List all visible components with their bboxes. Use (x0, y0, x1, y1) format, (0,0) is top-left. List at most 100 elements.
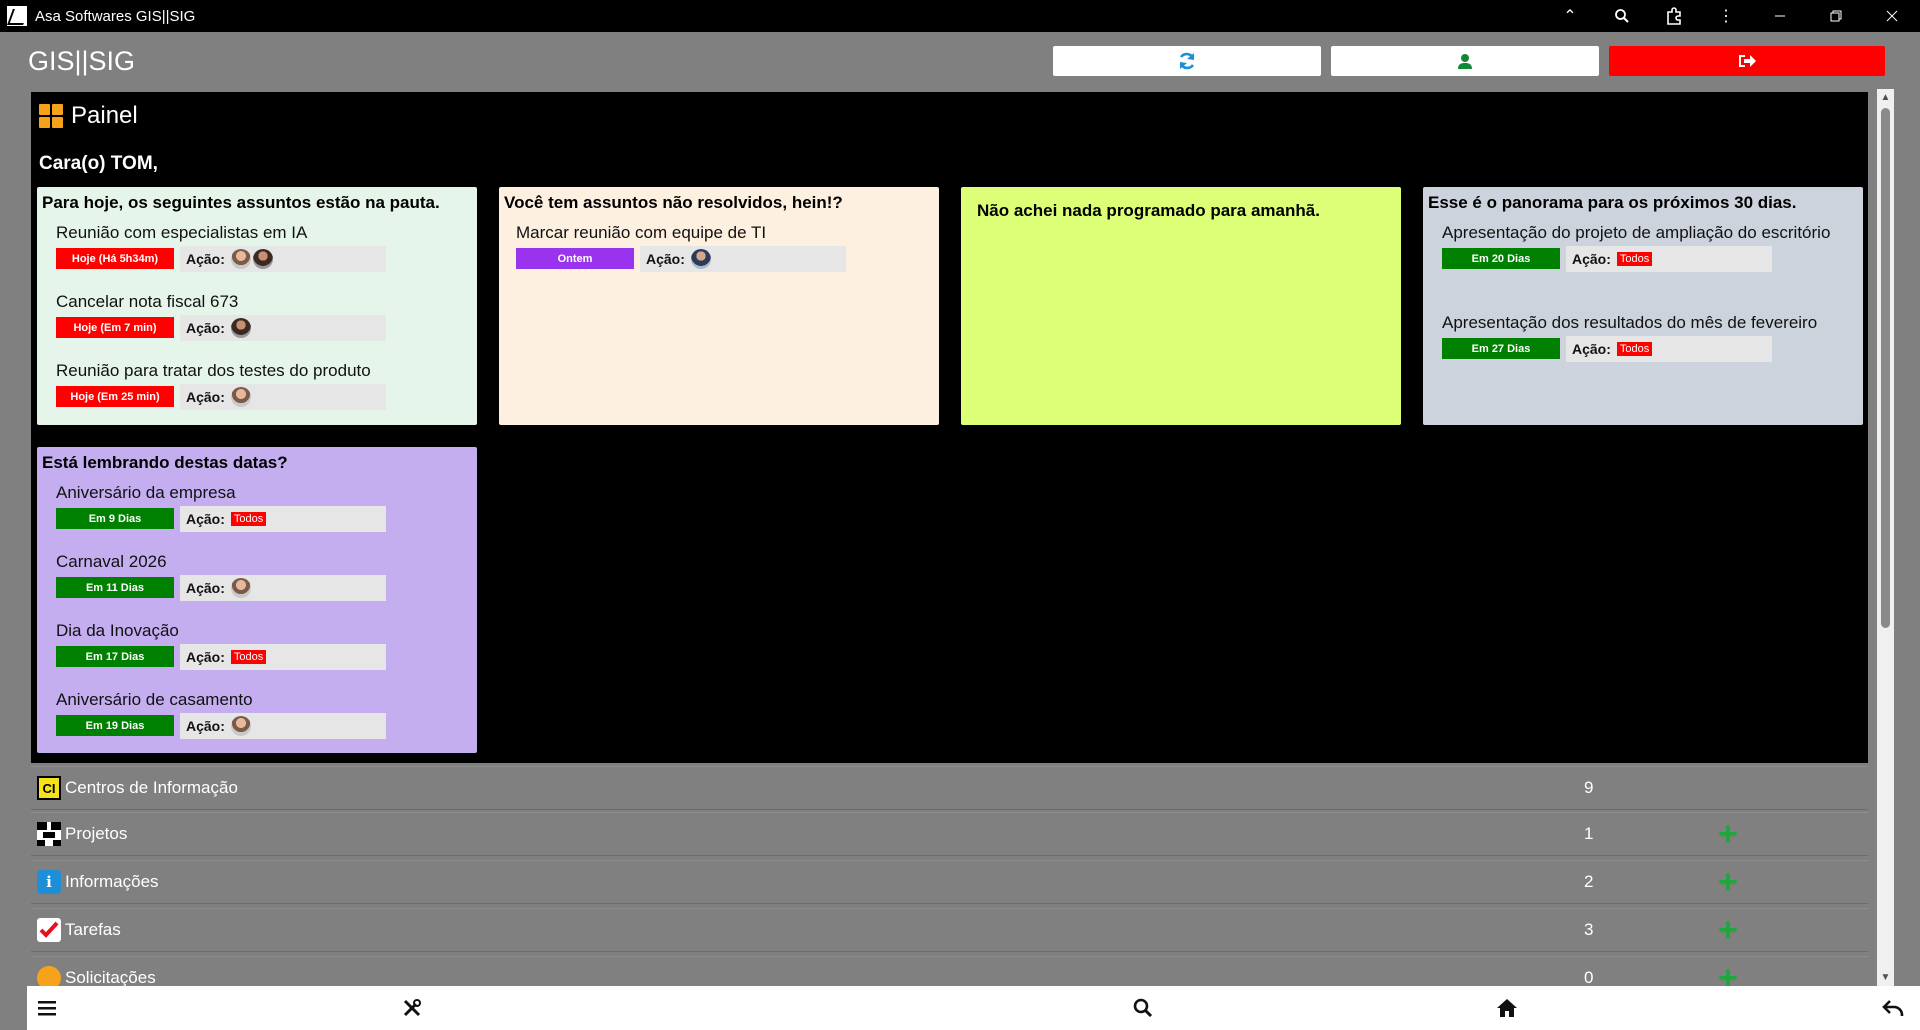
avatar (230, 387, 251, 407)
action-label: Ação: (186, 511, 225, 527)
section-count: 9 (1584, 778, 1594, 797)
list-item[interactable]: Marcar reunião com equipe de TI Ontem Aç… (516, 222, 926, 272)
section-informacoes[interactable]: i Informações 2 + (31, 860, 1868, 904)
card-next30-title: Esse é o panorama para os próximos 30 di… (1428, 193, 1797, 212)
action-label: Ação: (1572, 341, 1611, 357)
all-users-tag: Todos (230, 650, 267, 664)
action-label: Ação: (186, 320, 225, 336)
list-item[interactable]: Aniversário da empresa Em 9 Dias Ação: T… (56, 482, 466, 532)
painel-header: Painel (39, 102, 138, 130)
zoom-icon[interactable] (1596, 0, 1648, 32)
back-icon[interactable] (1873, 986, 1913, 1030)
due-badge: Hoje (Em 25 min) (56, 386, 174, 407)
card-remember-dates: Está lembrando destas datas? Aniversário… (37, 447, 477, 753)
action-box: Ação: (180, 575, 386, 601)
home-icon[interactable] (1487, 986, 1527, 1030)
sign-out-icon (1739, 55, 1756, 67)
app-logo-icon (7, 6, 27, 26)
add-request-button[interactable]: + (1718, 961, 1738, 987)
window-title: Asa Softwares GIS||SIG (35, 7, 196, 25)
request-icon (37, 966, 61, 987)
painel-title: Painel (71, 102, 138, 129)
chevron-up-icon[interactable]: ⌃ (1544, 0, 1596, 32)
avatar (252, 249, 273, 269)
section-tarefas[interactable]: Tarefas 3 + (31, 908, 1868, 952)
item-title: Aniversário da empresa (56, 483, 236, 502)
user-profile-button[interactable] (1331, 46, 1599, 76)
section-label: Centros de Informação (65, 778, 238, 797)
list-item[interactable]: Apresentação do projeto de ampliação do … (1442, 222, 1852, 272)
refresh-button[interactable] (1053, 46, 1321, 76)
avatar (230, 318, 251, 338)
add-task-button[interactable]: + (1718, 913, 1738, 947)
action-label: Ação: (1572, 251, 1611, 267)
due-badge: Ontem (516, 248, 634, 269)
info-center-icon: CI (37, 776, 61, 800)
action-box: Ação: (180, 315, 386, 341)
card-tomorrow-title: Não achei nada programado para amanhã. (977, 201, 1320, 220)
bottom-toolbar (27, 986, 1920, 1030)
scroll-up-icon[interactable]: ▲ (1877, 89, 1894, 106)
scrollbar-thumb[interactable] (1881, 108, 1890, 628)
close-button[interactable] (1864, 0, 1920, 32)
section-label: Projetos (65, 824, 128, 843)
main-scroll-area[interactable]: Painel Cara(o) TOM, Para hoje, os seguin… (27, 89, 1887, 987)
due-badge: Em 20 Dias (1442, 248, 1560, 269)
logout-button[interactable] (1609, 46, 1885, 76)
dashboard-icon (39, 104, 63, 128)
more-options-icon[interactable]: ⋮ (1700, 0, 1752, 32)
app-header: GIS||SIG (0, 32, 1920, 90)
action-label: Ação: (186, 251, 225, 267)
section-label: Informações (65, 872, 159, 891)
painel-panel: Painel Cara(o) TOM, Para hoje, os seguin… (31, 92, 1868, 763)
action-box: Ação: (180, 713, 386, 739)
extensions-icon[interactable] (1648, 0, 1700, 32)
card-today: Para hoje, os seguintes assuntos estão n… (37, 187, 477, 425)
search-icon[interactable] (1123, 986, 1163, 1030)
card-unresolved: Você tem assuntos não resolvidos, hein!?… (499, 187, 939, 425)
section-count: 3 (1584, 920, 1594, 939)
action-label: Ação: (186, 649, 225, 665)
action-box: Ação: Todos (1566, 336, 1772, 362)
section-label: Solicitações (65, 968, 156, 987)
item-title: Dia da Inovação (56, 621, 179, 640)
user-icon (1458, 54, 1472, 69)
section-solicitacoes[interactable]: Solicitações 0 + (31, 956, 1868, 987)
due-badge: Hoje (Há 5h34m) (56, 248, 174, 269)
section-projetos[interactable]: Projetos 1 + (31, 812, 1868, 856)
action-box: Ação: Todos (180, 506, 386, 532)
list-item[interactable]: Reunião com especialistas em IA Hoje (Há… (56, 222, 466, 272)
section-centros-de-informacao[interactable]: CI Centros de Informação 9 (31, 766, 1868, 810)
avatar (230, 716, 251, 736)
due-badge: Em 27 Dias (1442, 338, 1560, 359)
checkbox-checked-icon (37, 918, 61, 942)
item-title: Reunião para tratar dos testes do produt… (56, 361, 371, 380)
scroll-down-icon[interactable]: ▼ (1877, 969, 1894, 986)
add-project-button[interactable]: + (1718, 817, 1738, 851)
menu-icon[interactable] (27, 986, 67, 1030)
item-title: Apresentação dos resultados do mês de fe… (1442, 313, 1818, 332)
card-next-30-days: Esse é o panorama para os próximos 30 di… (1423, 187, 1863, 425)
list-item[interactable]: Aniversário de casamento Em 19 Dias Ação… (56, 689, 466, 739)
section-count: 0 (1584, 968, 1594, 987)
vertical-scrollbar[interactable]: ▲ ▼ (1877, 89, 1894, 986)
list-item[interactable]: Reunião para tratar dos testes do produt… (56, 360, 466, 410)
add-info-button[interactable]: + (1718, 865, 1738, 899)
list-item[interactable]: Dia da Inovação Em 17 Dias Ação: Todos (56, 620, 466, 670)
card-tomorrow: Não achei nada programado para amanhã. (961, 187, 1401, 425)
item-title: Marcar reunião com equipe de TI (516, 223, 767, 242)
tools-icon[interactable] (392, 986, 432, 1030)
action-box: Ação: (180, 246, 386, 272)
item-title: Reunião com especialistas em IA (56, 223, 308, 242)
all-users-tag: Todos (230, 512, 267, 526)
action-label: Ação: (186, 718, 225, 734)
list-item[interactable]: Apresentação dos resultados do mês de fe… (1442, 312, 1852, 362)
list-item[interactable]: Carnaval 2026 Em 11 Dias Ação: (56, 551, 466, 601)
list-item[interactable]: Cancelar nota fiscal 673 Hoje (Em 7 min)… (56, 291, 466, 341)
action-box: Ação: Todos (1566, 246, 1772, 272)
action-box: Ação: Todos (180, 644, 386, 670)
project-icon (37, 822, 61, 846)
card-dates-title: Está lembrando destas datas? (42, 453, 288, 472)
minimize-button[interactable] (1752, 0, 1808, 32)
restore-button[interactable] (1808, 0, 1864, 32)
